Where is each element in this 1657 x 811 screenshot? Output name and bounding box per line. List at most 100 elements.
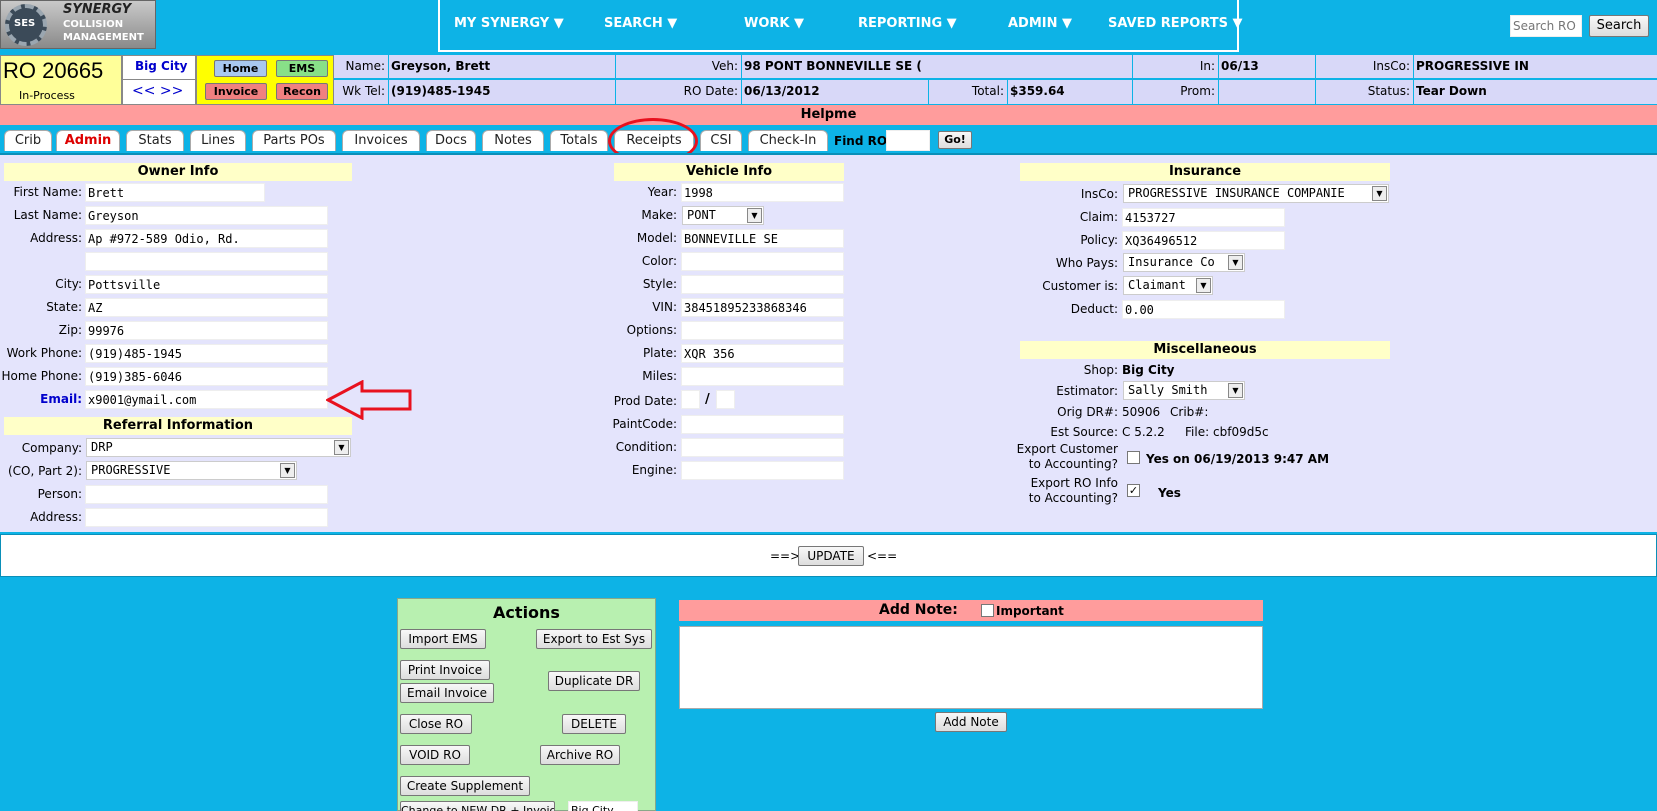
menu-search[interactable]: SEARCH ▼ — [604, 16, 677, 31]
logo-line3: MANAGEMENT — [63, 32, 144, 43]
important-checkbox[interactable] — [981, 604, 994, 617]
helpme-bar[interactable]: Helpme — [0, 105, 1657, 125]
logo[interactable]: SES SYNERGY COLLISION MANAGEMENT — [0, 0, 156, 49]
summary-in-label: In: — [1133, 55, 1219, 78]
deduct-field[interactable] — [1122, 300, 1285, 319]
state-field[interactable] — [85, 298, 328, 317]
prod-month-field[interactable] — [681, 390, 700, 409]
tab-notes[interactable]: Notes — [482, 130, 544, 151]
change-new-dr-field[interactable] — [568, 801, 638, 811]
tab-totals[interactable]: Totals — [550, 130, 608, 151]
tab-csi[interactable]: CSI — [700, 130, 742, 151]
plate-label: Plate: — [642, 346, 677, 360]
print-invoice-button[interactable]: Print Invoice — [400, 660, 490, 680]
ro-search-input[interactable] — [1510, 15, 1582, 37]
color-label: Color: — [641, 254, 677, 268]
model-field[interactable] — [681, 229, 844, 248]
color-field[interactable] — [681, 252, 844, 271]
ems-button[interactable]: EMS — [276, 60, 328, 77]
engine-field[interactable] — [681, 461, 844, 480]
summary-status: Tear Down — [1414, 80, 1657, 104]
export-customer-checkbox[interactable] — [1127, 451, 1140, 464]
email-field[interactable] — [85, 390, 328, 409]
orig-dr-label: Orig DR#: — [1057, 405, 1118, 419]
miscellaneous-header: Miscellaneous — [1020, 341, 1390, 359]
person-label: Person: — [37, 487, 82, 501]
email-label[interactable]: Email: — [0, 392, 82, 406]
ro-prev-next[interactable]: << >> — [132, 83, 183, 99]
who-pays-select[interactable]: Insurance Co ▼ — [1123, 253, 1245, 272]
paintcode-label: PaintCode: — [612, 417, 677, 431]
tab-invoices[interactable]: Invoices — [342, 130, 420, 151]
export-est-sys-button[interactable]: Export to Est Sys — [536, 629, 652, 649]
co-part2-select[interactable]: PROGRESSIVE ▼ — [86, 461, 297, 480]
add-note-title: Add Note: — [879, 602, 958, 618]
menu-my-synergy[interactable]: MY SYNERGY ▼ — [454, 16, 564, 31]
referral-address-field[interactable] — [85, 508, 328, 527]
tab-parts-pos[interactable]: Parts POs — [252, 130, 336, 151]
year-field[interactable] — [681, 183, 844, 202]
tab-crib[interactable]: Crib — [4, 130, 52, 151]
vin-field[interactable] — [681, 298, 844, 317]
find-ro-go-button[interactable]: Go! — [938, 131, 972, 149]
customer-is-select[interactable]: Claimant ▼ — [1123, 276, 1213, 295]
ro-number-box: RO 20665 In-Process — [0, 55, 122, 105]
tab-check-in[interactable]: Check-In — [748, 130, 828, 151]
prod-year-field[interactable] — [716, 390, 735, 409]
menu-reporting[interactable]: REPORTING ▼ — [858, 16, 957, 31]
style-field[interactable] — [681, 275, 844, 294]
zip-field[interactable] — [85, 321, 328, 340]
last-name-field[interactable] — [85, 206, 328, 225]
work-phone-field[interactable] — [85, 344, 328, 363]
tab-docs[interactable]: Docs — [426, 130, 476, 151]
address-line2-field[interactable] — [85, 252, 328, 271]
home-phone-field[interactable] — [85, 367, 328, 386]
note-textarea[interactable] — [679, 626, 1263, 709]
city-field[interactable] — [85, 275, 328, 294]
menu-work[interactable]: WORK ▼ — [744, 16, 804, 31]
policy-field[interactable] — [1122, 231, 1285, 250]
make-select[interactable]: PONT ▼ — [682, 206, 764, 225]
miles-field[interactable] — [681, 367, 844, 386]
company-select[interactable]: DRP ▼ — [86, 438, 351, 457]
condition-field[interactable] — [681, 438, 844, 457]
plate-field[interactable] — [681, 344, 844, 363]
person-field[interactable] — [85, 485, 328, 504]
summary-wktel: (919)485-1945 — [389, 80, 616, 104]
home-button[interactable]: Home — [214, 60, 267, 77]
void-ro-button[interactable]: VOID RO — [400, 745, 470, 765]
close-ro-button[interactable]: Close RO — [400, 714, 472, 734]
menu-saved-reports[interactable]: SAVED REPORTS ▼ — [1108, 16, 1242, 31]
tab-stats[interactable]: Stats — [126, 130, 184, 151]
export-ro-checkbox[interactable]: ✓ — [1127, 484, 1140, 497]
export-customer-label-1: Export Customer — [1016, 442, 1118, 456]
options-field[interactable] — [681, 321, 844, 340]
change-new-dr-button[interactable]: Change to NEW DR + Invoice — [400, 801, 555, 811]
address-line1-field[interactable] — [85, 229, 328, 248]
menu-admin[interactable]: ADMIN ▼ — [1008, 16, 1072, 31]
add-note-button[interactable]: Add Note — [935, 712, 1007, 732]
archive-ro-button[interactable]: Archive RO — [540, 745, 620, 765]
find-ro-input[interactable] — [886, 130, 930, 151]
delete-button[interactable]: DELETE — [562, 714, 626, 734]
recon-button[interactable]: Recon — [276, 83, 328, 100]
tab-admin[interactable]: Admin — [56, 130, 120, 151]
estimator-select[interactable]: Sally Smith ▼ — [1123, 381, 1245, 400]
duplicate-dr-button[interactable]: Duplicate DR — [548, 671, 640, 691]
invoice-button[interactable]: Invoice — [205, 83, 267, 100]
tab-lines[interactable]: Lines — [190, 130, 246, 151]
insco-select[interactable]: PROGRESSIVE INSURANCE COMPANIE ▼ — [1123, 184, 1389, 203]
paintcode-field[interactable] — [681, 415, 844, 434]
import-ems-button[interactable]: Import EMS — [400, 629, 486, 649]
claim-field[interactable] — [1122, 208, 1285, 227]
summary-rodate-label: RO Date: — [616, 80, 742, 104]
update-arrow-right: <== — [867, 549, 898, 563]
add-note-header: Add Note: Important — [679, 600, 1263, 621]
email-invoice-button[interactable]: Email Invoice — [400, 683, 494, 703]
search-button[interactable]: Search — [1589, 15, 1649, 37]
ro-location[interactable]: Big City — [135, 59, 188, 73]
first-name-field[interactable] — [85, 183, 265, 202]
year-label: Year: — [647, 185, 677, 199]
update-button[interactable]: UPDATE — [798, 546, 864, 566]
create-supplement-button[interactable]: Create Supplement — [400, 776, 530, 796]
